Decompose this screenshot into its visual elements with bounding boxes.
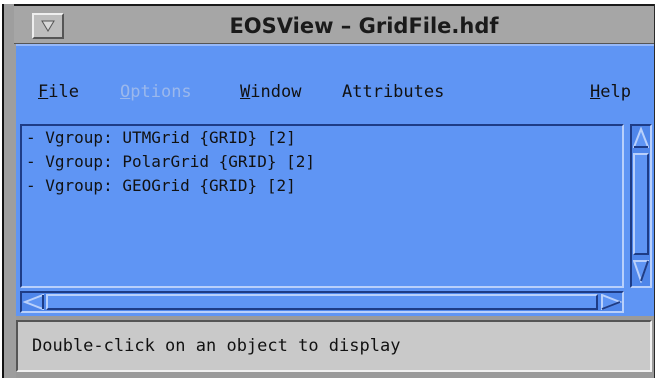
menu-options[interactable]: Options bbox=[120, 76, 192, 108]
menu-file[interactable]: File bbox=[38, 76, 79, 108]
window-menu-button[interactable] bbox=[32, 13, 64, 39]
window-frame-left bbox=[2, 4, 16, 378]
scroll-right-arrow-icon[interactable] bbox=[600, 293, 623, 314]
scroll-left-arrow-icon[interactable] bbox=[22, 293, 45, 314]
title-bar[interactable]: EOSView – GridFile.hdf bbox=[14, 4, 654, 44]
menu-window[interactable]: Window bbox=[240, 76, 301, 108]
object-tree-list[interactable]: - Vgroup: UTMGrid {GRID} [2] - Vgroup: P… bbox=[20, 124, 624, 288]
horizontal-scroll-thumb[interactable] bbox=[46, 294, 598, 310]
vertical-scroll-thumb[interactable] bbox=[633, 153, 649, 255]
eosview-window: EOSView – GridFile.hdf File Options Wind… bbox=[2, 4, 655, 378]
window-title: EOSView – GridFile.hdf bbox=[229, 14, 499, 38]
horizontal-scrollbar[interactable] bbox=[20, 291, 624, 313]
menu-attributes[interactable]: Attributes bbox=[342, 76, 444, 108]
menu-bar: File Options Window Attributes Help bbox=[16, 76, 654, 108]
list-item-geogrid[interactable]: - Vgroup: GEOGrid {GRID} [2] bbox=[22, 174, 622, 198]
vertical-scrollbar[interactable] bbox=[630, 124, 652, 288]
scroll-down-arrow-icon[interactable] bbox=[632, 259, 650, 287]
status-message: Double-click on an object to display bbox=[32, 336, 401, 356]
down-arrow-icon bbox=[41, 20, 55, 32]
scroll-up-arrow-icon[interactable] bbox=[632, 126, 650, 153]
menu-help[interactable]: Help bbox=[590, 76, 631, 108]
status-bar: Double-click on an object to display bbox=[16, 320, 652, 372]
main-panel: File Options Window Attributes Help - Vg… bbox=[16, 44, 654, 316]
list-item-polargrid[interactable]: - Vgroup: PolarGrid {GRID} [2] bbox=[22, 150, 622, 174]
list-item-utmgrid[interactable]: - Vgroup: UTMGrid {GRID} [2] bbox=[22, 126, 622, 150]
